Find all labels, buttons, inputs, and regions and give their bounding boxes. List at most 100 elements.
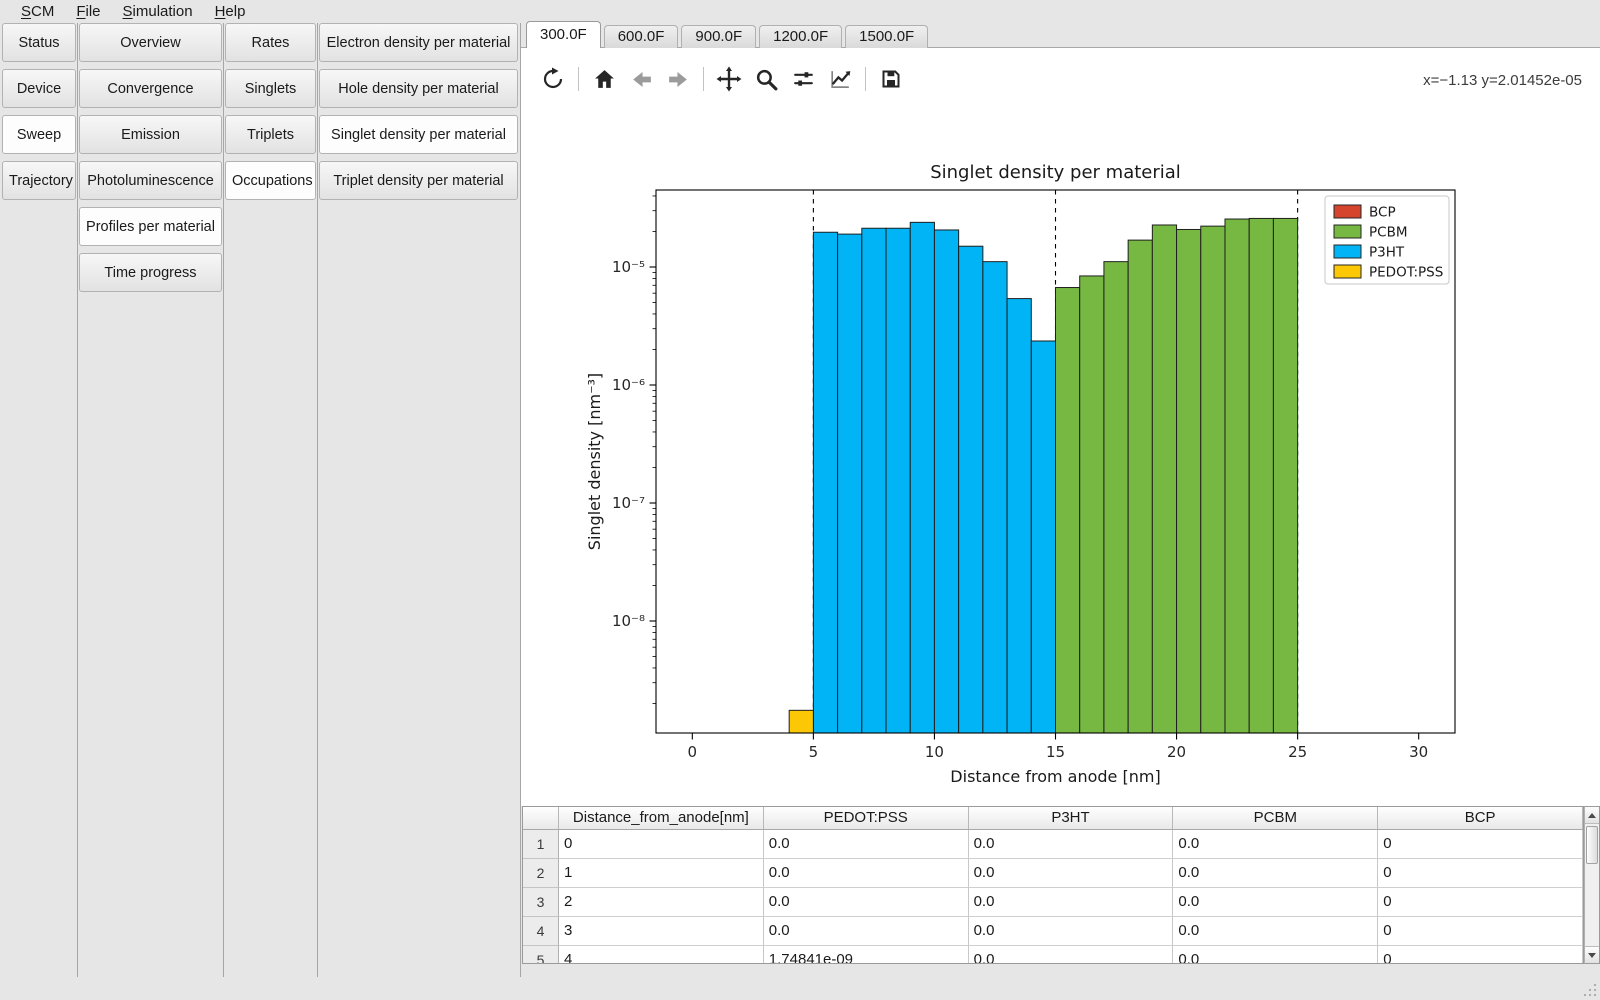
nav-button-photoluminescence[interactable]: Photoluminescence <box>79 161 222 200</box>
forward-icon[interactable] <box>663 64 693 94</box>
table-row: 430.00.00.00 <box>523 917 1583 946</box>
legend-swatch-bcp <box>1334 205 1361 218</box>
y-tick-label: 10⁻⁷ <box>612 494 645 512</box>
menu-item-simulation[interactable]: Simulation <box>112 2 204 22</box>
row-number[interactable]: 2 <box>523 859 559 888</box>
menu-item-scm[interactable]: SCM <box>10 2 65 22</box>
nav-button-singlet-density-per-material[interactable]: Singlet density per material <box>319 115 518 154</box>
nav-button-sweep[interactable]: Sweep <box>2 115 76 154</box>
table-cell[interactable]: 0.0 <box>969 946 1174 964</box>
table-cell[interactable]: 0.0 <box>969 917 1174 946</box>
bar-pcbm <box>1152 225 1176 733</box>
bar-p3ht <box>813 232 837 733</box>
column-header-pedot-pss[interactable]: PEDOT:PSS <box>764 807 969 829</box>
subplots-icon[interactable] <box>788 64 818 94</box>
nav-button-singlets[interactable]: Singlets <box>225 69 316 108</box>
column-header-p3ht[interactable]: P3HT <box>969 807 1174 829</box>
table-cell[interactable]: 2 <box>559 888 764 917</box>
table-cell[interactable]: 0 <box>559 830 764 859</box>
menu-item-help[interactable]: Help <box>204 2 257 22</box>
refresh-icon[interactable] <box>538 64 568 94</box>
column-header-distance-from-anode-nm[interactable]: Distance_from_anode[nm] <box>559 807 764 829</box>
x-tick-label: 5 <box>809 743 819 761</box>
table-cell[interactable]: 1.74841e-09 <box>764 946 969 964</box>
column-header-pcbm[interactable]: PCBM <box>1173 807 1378 829</box>
zoom-icon[interactable] <box>751 64 781 94</box>
nav-button-emission[interactable]: Emission <box>79 115 222 154</box>
toolbar-separator <box>703 67 704 91</box>
toolbar-separator <box>578 67 579 91</box>
table-scrollbar[interactable] <box>1584 806 1600 964</box>
pan-icon[interactable] <box>714 64 744 94</box>
table-cell[interactable]: 0 <box>1378 888 1583 917</box>
resize-grip-icon[interactable] <box>1584 984 1596 996</box>
table-cell[interactable]: 0.0 <box>1173 888 1378 917</box>
home-icon[interactable] <box>589 64 619 94</box>
nav-button-occupations[interactable]: Occupations <box>225 161 316 200</box>
nav-button-rates[interactable]: Rates <box>225 23 316 62</box>
tab-1500-0f[interactable]: 1500.0F <box>845 25 928 48</box>
table-cell[interactable]: 3 <box>559 917 764 946</box>
scroll-down-button[interactable] <box>1585 946 1599 963</box>
column-divider <box>223 23 224 977</box>
nav-button-profiles-per-material[interactable]: Profiles per material <box>79 207 222 246</box>
nav-button-triplet-density-per-material[interactable]: Triplet density per material <box>319 161 518 200</box>
scroll-up-button[interactable] <box>1585 807 1599 824</box>
row-number[interactable]: 3 <box>523 888 559 917</box>
legend-label-p3ht: P3HT <box>1369 245 1405 261</box>
table-cell[interactable]: 1 <box>559 859 764 888</box>
table-cell[interactable]: 0.0 <box>764 888 969 917</box>
row-number[interactable]: 5 <box>523 946 559 964</box>
table-cell[interactable]: 0.0 <box>764 917 969 946</box>
save-icon[interactable] <box>876 64 906 94</box>
bar-p3ht <box>1007 299 1031 733</box>
legend-label-bcp: BCP <box>1369 205 1396 221</box>
table-cell[interactable]: 0 <box>1378 946 1583 964</box>
nav-button-trajectory[interactable]: Trajectory <box>2 161 76 200</box>
table-cell[interactable]: 0.0 <box>1173 917 1378 946</box>
menu-item-file[interactable]: File <box>65 2 111 22</box>
table-cell[interactable]: 0 <box>1378 917 1583 946</box>
table-cell[interactable]: 0.0 <box>764 859 969 888</box>
table-cell[interactable]: 0.0 <box>1173 859 1378 888</box>
table-corner[interactable] <box>523 807 559 829</box>
table-cell[interactable]: 0.0 <box>969 888 1174 917</box>
table-cell[interactable]: 0 <box>1378 859 1583 888</box>
bar-pcbm <box>1080 276 1104 733</box>
back-icon[interactable] <box>626 64 656 94</box>
singlet-density-chart-canvas[interactable]: 05101520253010⁻⁵10⁻⁶10⁻⁷10⁻⁸Singlet dens… <box>520 100 1600 795</box>
row-number[interactable]: 1 <box>523 830 559 859</box>
nav-button-status[interactable]: Status <box>2 23 76 62</box>
bar-pcbm <box>1225 219 1249 733</box>
table-cell[interactable]: 0.0 <box>969 859 1174 888</box>
nav-button-electron-density-per-material[interactable]: Electron density per material <box>319 23 518 62</box>
table-cell[interactable]: 0.0 <box>764 830 969 859</box>
tab-900-0f[interactable]: 900.0F <box>681 25 756 48</box>
table-cell[interactable]: 0 <box>1378 830 1583 859</box>
triangle-up-icon <box>1588 813 1596 818</box>
x-axis-label: Distance from anode [nm] <box>950 767 1160 786</box>
nav-button-time-progress[interactable]: Time progress <box>79 253 222 292</box>
nav-button-device[interactable]: Device <box>2 69 76 108</box>
table-cell[interactable]: 0.0 <box>1173 830 1378 859</box>
table-cell[interactable]: 0.0 <box>969 830 1174 859</box>
nav-button-convergence[interactable]: Convergence <box>79 69 222 108</box>
nav-button-triplets[interactable]: Triplets <box>225 115 316 154</box>
plot-toolbar <box>538 62 906 96</box>
column-header-bcp[interactable]: BCP <box>1378 807 1583 829</box>
table-cell[interactable]: 4 <box>559 946 764 964</box>
chart-title: Singlet density per material <box>930 162 1181 183</box>
scrollbar-thumb[interactable] <box>1586 826 1598 864</box>
nav-column-pages: Status Device Sweep Trajectory <box>2 23 76 207</box>
nav-button-overview[interactable]: Overview <box>79 23 222 62</box>
nav-button-hole-density-per-material[interactable]: Hole density per material <box>319 69 518 108</box>
tab-600-0f[interactable]: 600.0F <box>604 25 679 48</box>
row-number[interactable]: 4 <box>523 917 559 946</box>
legend-swatch-pcbm <box>1334 225 1361 238</box>
tab-300-0f[interactable]: 300.0F <box>526 21 601 48</box>
x-tick-label: 25 <box>1288 743 1307 761</box>
toolbar-separator <box>865 67 866 91</box>
customize-icon[interactable] <box>825 64 855 94</box>
tab-1200-0f[interactable]: 1200.0F <box>759 25 842 48</box>
table-cell[interactable]: 0.0 <box>1173 946 1378 964</box>
